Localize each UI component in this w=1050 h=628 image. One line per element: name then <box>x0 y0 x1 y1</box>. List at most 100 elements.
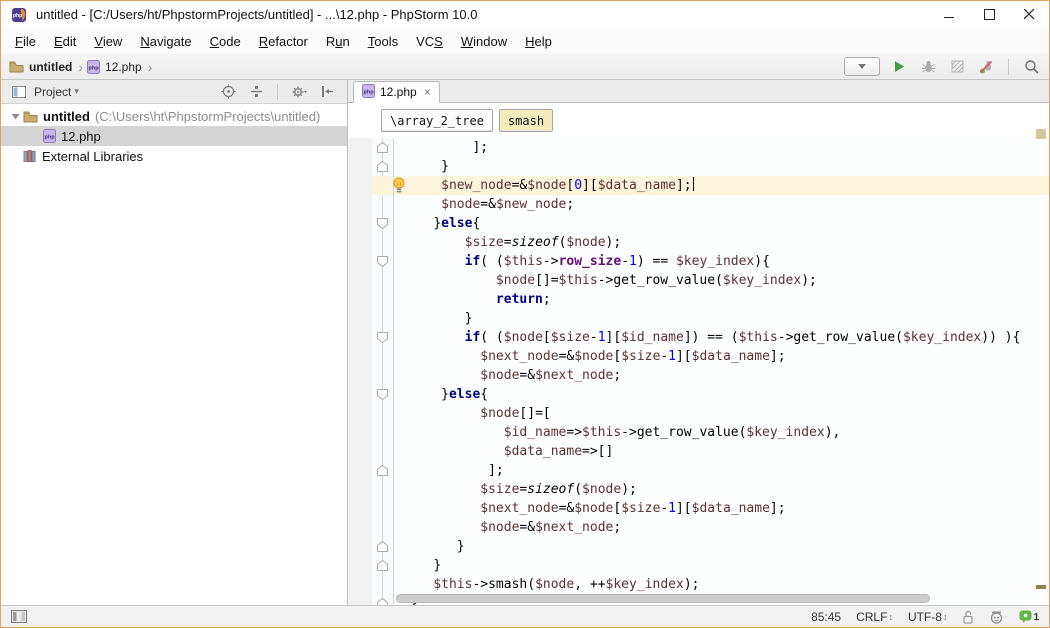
project-view-dropdown-icon[interactable]: ▾ <box>74 86 79 97</box>
project-panel-header: Project ▾ <box>1 80 347 104</box>
run-with-coverage-icon[interactable] <box>947 57 967 77</box>
expander-arrow-icon[interactable] <box>7 112 23 121</box>
menu-run[interactable]: Run <box>317 30 359 53</box>
editor-gutter[interactable] <box>348 138 394 605</box>
caret-line-gutter-band <box>372 176 393 195</box>
fold-marker-down-icon[interactable] <box>376 331 389 349</box>
fold-marker-up-icon[interactable] <box>376 464 389 482</box>
svg-text:php: php <box>89 65 100 71</box>
hector-inspector-icon[interactable] <box>989 610 1004 624</box>
code-line[interactable]: }else{ <box>402 385 1049 404</box>
editor-tab-bar: php 12.php × <box>348 80 1049 103</box>
fold-marker-down-icon[interactable] <box>376 388 389 406</box>
menu-window[interactable]: Window <box>452 30 516 53</box>
code-line[interactable]: $next_node=&$node[$size-1][$data_name]; <box>402 499 1049 518</box>
run-configuration-dropdown[interactable] <box>844 57 880 76</box>
collapse-all-icon[interactable] <box>246 82 266 102</box>
menu-vcs[interactable]: VCS <box>407 30 452 53</box>
encoding-status[interactable]: UTF-8↕ <box>908 610 948 624</box>
code-line[interactable]: $node=&$next_node; <box>402 518 1049 537</box>
tree-item-label: External Libraries <box>42 149 143 164</box>
intention-lightbulb-icon[interactable] <box>392 177 406 199</box>
menu-edit[interactable]: Edit <box>45 30 85 53</box>
menu-code[interactable]: Code <box>201 30 250 53</box>
code-line[interactable]: $data_name=>[] <box>402 442 1049 461</box>
chevron-right-icon: › <box>148 59 153 75</box>
locate-file-icon[interactable] <box>218 82 238 102</box>
nav-crumb-12-php[interactable]: php 12.php <box>87 60 144 74</box>
breadcrumb-chip-array-2-tree[interactable]: \array_2_tree <box>381 109 493 132</box>
nav-crumb-untitled[interactable]: untitled <box>9 60 74 74</box>
fold-marker-down-icon[interactable] <box>376 217 389 235</box>
code-line[interactable]: $node=&$next_node; <box>402 366 1049 385</box>
menu-view[interactable]: View <box>85 30 131 53</box>
code-line[interactable]: } <box>402 157 1049 176</box>
title-bar: php untitled - [C:/Users/ht/PhpstormProj… <box>1 1 1049 28</box>
tab-close-icon[interactable]: × <box>424 85 431 99</box>
code-line[interactable]: $this->smash($node, ++$key_index); <box>402 575 1049 594</box>
code-line[interactable]: } <box>402 556 1049 575</box>
updown-arrows-icon: ↕ <box>943 612 948 622</box>
tree-item-untitled[interactable]: untitled (C:\Users\ht\PhpstormProjects\un… <box>1 106 347 126</box>
code-line[interactable]: $node[]=[ <box>402 404 1049 423</box>
toggle-toolwindows-icon[interactable] <box>9 607 29 627</box>
code-line[interactable]: ]; <box>402 461 1049 480</box>
debug-icon[interactable] <box>918 57 938 77</box>
line-separator-status[interactable]: CRLF↕ <box>856 610 893 624</box>
menu-refactor[interactable]: Refactor <box>250 30 317 53</box>
updown-arrows-icon: ↕ <box>888 612 893 622</box>
search-everywhere-icon[interactable] <box>1021 57 1041 77</box>
run-icon[interactable] <box>889 57 909 77</box>
code-line[interactable]: $next_node=&$node[$size-1][$data_name]; <box>402 347 1049 366</box>
menu-tools[interactable]: Tools <box>359 30 407 53</box>
fold-marker-up-icon[interactable] <box>376 141 389 159</box>
nav-crumb-label: 12.php <box>105 60 142 74</box>
code-line[interactable]: } <box>402 537 1049 556</box>
nav-crumb-label: untitled <box>29 60 72 74</box>
run-toolbar <box>844 57 1041 77</box>
code-line[interactable]: if( ($node[$size-1][$id_name]) == ($this… <box>402 328 1049 347</box>
horizontal-scrollbar[interactable] <box>396 594 930 603</box>
hide-panel-icon[interactable] <box>317 82 337 102</box>
fold-marker-down-icon[interactable] <box>376 255 389 273</box>
code-line[interactable]: $id_name=>$this->get_row_value($key_inde… <box>402 423 1049 442</box>
gear-settings-icon[interactable] <box>289 82 309 102</box>
scrollbar-stripe-mark[interactable] <box>1036 129 1046 139</box>
code-line-current[interactable]: $new_node=&$node[0][$data_name]; <box>394 176 1049 195</box>
menu-file[interactable]: File <box>6 30 45 53</box>
menu-navigate[interactable]: Navigate <box>131 30 200 53</box>
code-line[interactable]: $node[]=$this->get_row_value($key_index)… <box>402 271 1049 290</box>
tree-item-label: untitled <box>43 109 90 124</box>
project-panel-title[interactable]: Project <box>34 85 71 99</box>
tree-item-path: (C:\Users\ht\PhpstormProjects\untitled) <box>95 109 320 124</box>
menu-help[interactable]: Help <box>516 30 561 53</box>
code-line[interactable]: ]; <box>402 138 1049 157</box>
code-line[interactable]: if( ($this->row_size-1) == $key_index){ <box>402 252 1049 271</box>
fold-marker-up-icon[interactable] <box>376 559 389 577</box>
editor-area: php 12.php × \array_2_tree smash ]; } $ne… <box>348 80 1049 605</box>
tab-12-php[interactable]: php 12.php × <box>353 81 440 103</box>
event-log-notification[interactable]: 1 <box>1019 610 1039 623</box>
code-line[interactable]: $size=sizeof($node); <box>402 233 1049 252</box>
fold-marker-up-icon[interactable] <box>376 540 389 558</box>
code-line[interactable]: $node=&$new_node; <box>402 195 1049 214</box>
navigation-bar: untitled›php12.php› <box>1 54 1049 80</box>
code-line[interactable]: return; <box>402 290 1049 309</box>
minimize-button[interactable] <box>929 1 969 28</box>
tree-item-external-libraries[interactable]: External Libraries <box>1 146 347 166</box>
breadcrumb-chip-smash[interactable]: smash <box>499 109 553 132</box>
scrollbar-stripe-mark[interactable] <box>1036 585 1046 589</box>
fold-marker-up-icon[interactable] <box>376 597 389 605</box>
code-line[interactable]: }else{ <box>402 214 1049 233</box>
unlocked-icon[interactable] <box>962 610 974 624</box>
folder-icon <box>9 60 24 73</box>
maximize-button[interactable] <box>969 1 1009 28</box>
code-line[interactable]: $size=sizeof($node); <box>402 480 1049 499</box>
tree-item-12-php[interactable]: php12.php <box>1 126 347 146</box>
code-line[interactable]: } <box>402 309 1049 328</box>
close-button[interactable] <box>1009 1 1049 28</box>
caret-position-status[interactable]: 85:45 <box>811 610 841 624</box>
attach-debugger-icon[interactable] <box>976 57 996 77</box>
code-editor[interactable]: ]; } $new_node=&$node[0][$data_name]; $n… <box>394 138 1049 605</box>
text-caret <box>693 177 695 191</box>
